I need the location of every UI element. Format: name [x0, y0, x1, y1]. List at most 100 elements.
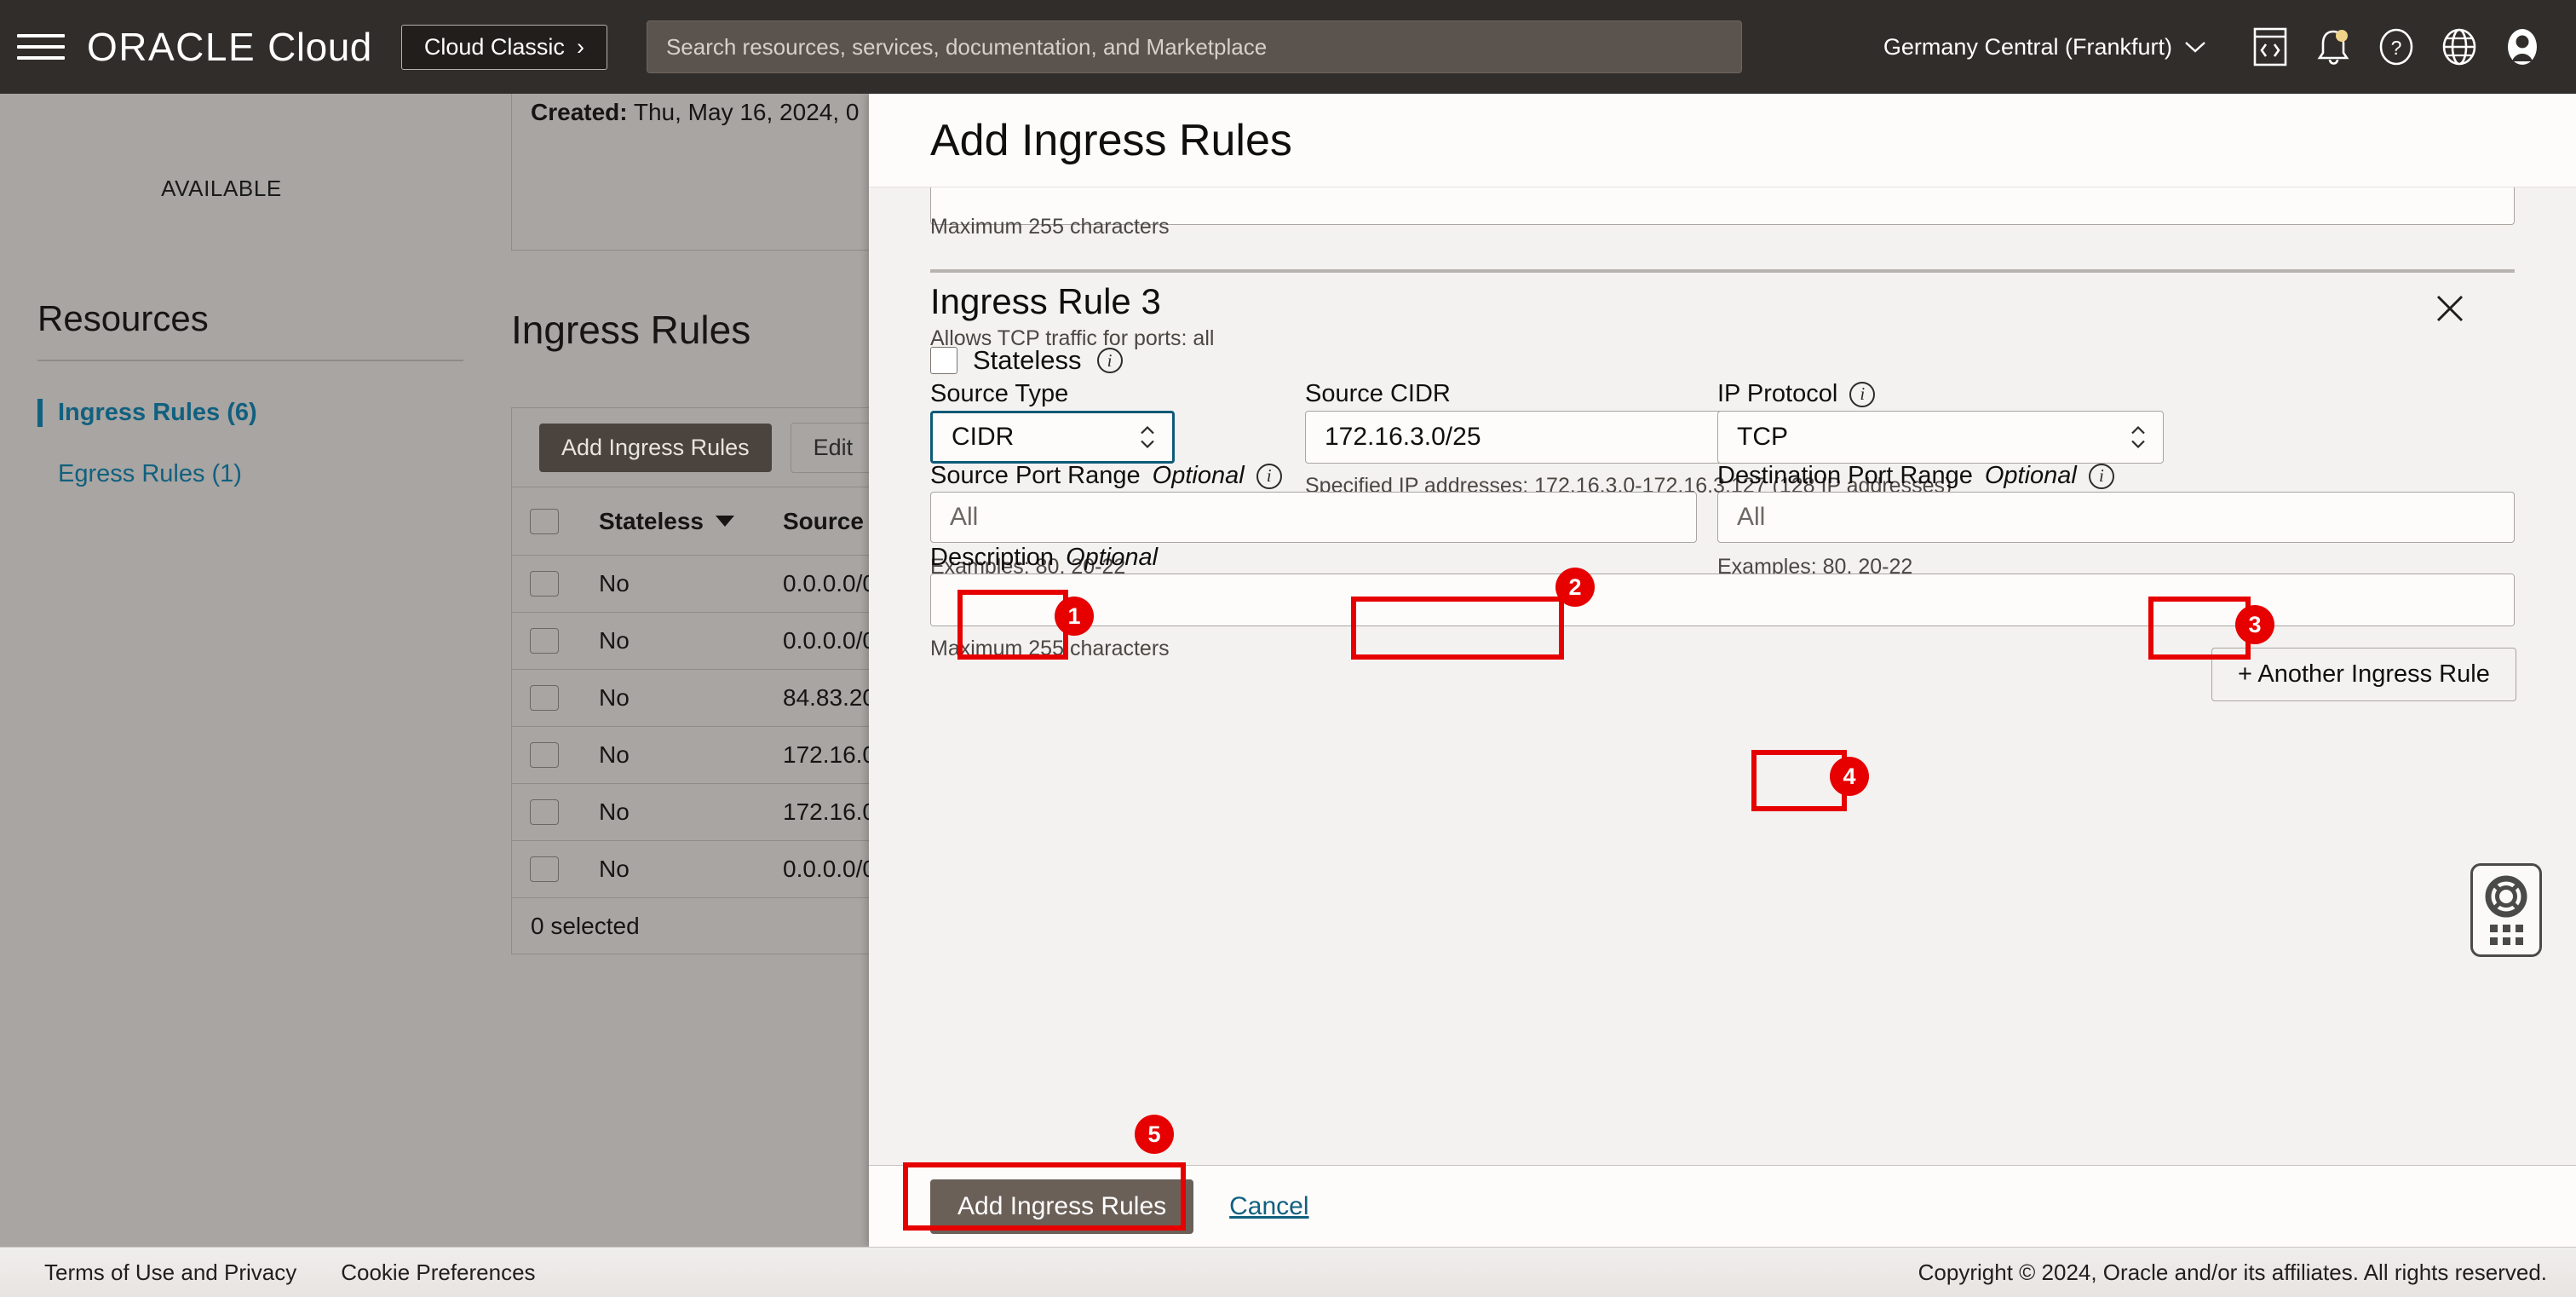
- destination-port-range-placeholder: All: [1737, 503, 1766, 531]
- cell-stateless: No: [599, 570, 630, 597]
- cell-stateless: No: [599, 741, 630, 768]
- stateless-info-icon[interactable]: i: [1096, 348, 1123, 373]
- row-checkbox[interactable]: [530, 571, 559, 597]
- footer-link-terms[interactable]: Terms of Use and Privacy: [44, 1260, 296, 1286]
- search-input[interactable]: [646, 20, 1742, 73]
- column-header-stateless[interactable]: Stateless: [577, 508, 761, 535]
- language-globe-icon[interactable]: [2428, 15, 2491, 78]
- cell-stateless: No: [599, 798, 630, 825]
- destination-port-range-optional-tag: Optional: [1984, 462, 2077, 489]
- annotation-badge-2: 2: [1555, 568, 1595, 607]
- row-checkbox-cell: [512, 628, 577, 654]
- annotation-badge-3: 3: [2235, 605, 2274, 644]
- top-nav-right-cluster: Germany Central (Frankfurt) ?: [1883, 15, 2576, 78]
- row-checkbox-cell: [512, 685, 577, 711]
- panel-footer: Add Ingress Rules Cancel: [869, 1165, 2576, 1247]
- row-checkbox[interactable]: [530, 799, 559, 825]
- submit-add-ingress-rules-button[interactable]: Add Ingress Rules: [930, 1179, 1194, 1234]
- another-ingress-rule-button[interactable]: + Another Ingress Rule: [2211, 648, 2516, 701]
- floating-help-widget[interactable]: [2470, 863, 2542, 957]
- region-label: Germany Central (Frankfurt): [1883, 33, 2172, 60]
- footer-links: Terms of Use and Privacy Cookie Preferen…: [0, 1260, 536, 1286]
- annotation-badge-4: 4: [1830, 757, 1869, 796]
- ingress-rules-page-title: Ingress Rules: [511, 308, 751, 352]
- row-checkbox[interactable]: [530, 685, 559, 711]
- description-label-text: Description: [930, 544, 1055, 571]
- region-selector[interactable]: Germany Central (Frankfurt): [1883, 34, 2206, 61]
- cell-stateless: No: [599, 684, 630, 711]
- sidebar-item-egress-rules[interactable]: Egress Rules (1): [37, 460, 242, 488]
- top-navigation-bar: ORACLE Cloud Cloud Classic › Germany Cen…: [0, 0, 2576, 94]
- global-search: [646, 20, 1742, 73]
- row-checkbox[interactable]: [530, 628, 559, 654]
- resources-divider: [37, 360, 463, 361]
- ip-protocol-label-text: IP Protocol: [1717, 380, 1838, 407]
- add-ingress-rules-panel: Add Ingress Rules Maximum 255 characters…: [869, 94, 2576, 1247]
- panel-header: Add Ingress Rules: [869, 94, 2576, 187]
- description-textarea[interactable]: [930, 574, 2515, 626]
- dot-grid-drag-handle[interactable]: [2489, 925, 2523, 945]
- ip-protocol-label: IP Protocol i: [1717, 380, 1876, 408]
- description-label: Description Optional: [930, 544, 1158, 572]
- destination-port-range-label-text: Destination Port Range: [1717, 462, 1973, 489]
- footer-copyright: Copyright © 2024, Oracle and/or its affi…: [1918, 1259, 2547, 1285]
- rule-section-divider: [930, 269, 2515, 273]
- sidebar-item-ingress-rules[interactable]: Ingress Rules (6): [37, 399, 257, 427]
- stateless-label: Stateless: [973, 345, 1082, 375]
- destination-port-range-input[interactable]: All: [1717, 492, 2515, 543]
- row-checkbox[interactable]: [530, 856, 559, 882]
- source-port-range-placeholder: All: [950, 503, 979, 531]
- select-all-checkbox-cell: [512, 508, 577, 534]
- source-port-range-input[interactable]: All: [930, 492, 1697, 543]
- row-checkbox-cell: [512, 799, 577, 825]
- destination-port-range-info-icon[interactable]: i: [2088, 463, 2114, 489]
- cancel-link[interactable]: Cancel: [1229, 1192, 1308, 1221]
- spinner-arrows-icon: [1140, 425, 1155, 449]
- rule-heading: Ingress Rule 3: [930, 281, 1161, 321]
- cloud-wordmark: Cloud: [267, 25, 372, 69]
- panel-body: Maximum 255 characters Ingress Rule 3 Al…: [869, 187, 2576, 1165]
- stateless-checkbox[interactable]: [930, 347, 957, 374]
- stateless-checkbox-row[interactable]: Stateless i: [930, 345, 1123, 376]
- footer-link-cookies[interactable]: Cookie Preferences: [341, 1260, 535, 1286]
- resources-heading: Resources: [37, 298, 209, 338]
- source-cidr-label: Source CIDR: [1305, 380, 1451, 407]
- source-port-range-info-icon[interactable]: i: [1256, 463, 1282, 489]
- chevron-down-icon: [2185, 42, 2205, 53]
- chevron-right-icon: ›: [576, 33, 584, 60]
- source-type-select[interactable]: CIDR: [930, 411, 1175, 464]
- ip-protocol-select[interactable]: TCP: [1717, 411, 2164, 464]
- cloud-classic-button[interactable]: Cloud Classic ›: [400, 24, 607, 70]
- svg-text:?: ?: [2391, 37, 2402, 59]
- row-checkbox-cell: [512, 856, 577, 882]
- lifesaver-help-icon: [2485, 875, 2527, 918]
- resource-status-label: AVAILABLE: [161, 176, 282, 201]
- cloud-shell-icon[interactable]: [2239, 15, 2302, 78]
- notifications-bell-icon[interactable]: [2302, 15, 2365, 78]
- source-type-value: CIDR: [952, 423, 1015, 451]
- help-question-icon[interactable]: ?: [2365, 15, 2428, 78]
- cell-stateless: No: [599, 627, 630, 654]
- user-avatar-icon[interactable]: [2491, 15, 2554, 78]
- select-all-checkbox[interactable]: [530, 508, 559, 534]
- spinner-arrows-icon: [2130, 425, 2146, 449]
- row-checkbox[interactable]: [530, 742, 559, 768]
- edit-button[interactable]: Edit: [790, 422, 877, 473]
- created-row: Created: Thu, May 16, 2024, 0: [531, 99, 859, 126]
- description-helper: Maximum 255 characters: [930, 637, 1170, 660]
- row-checkbox-cell: [512, 742, 577, 768]
- source-port-range-label-text: Source Port Range: [930, 462, 1141, 489]
- row-checkbox-cell: [512, 571, 577, 597]
- ip-protocol-value: TCP: [1737, 423, 1788, 451]
- hamburger-menu-icon[interactable]: [17, 30, 65, 64]
- close-rule-icon[interactable]: [2428, 286, 2472, 331]
- sort-caret-down-icon: [715, 516, 734, 527]
- created-value: Thu, May 16, 2024, 0: [633, 99, 860, 125]
- source-type-label: Source Type: [930, 380, 1069, 407]
- ip-protocol-info-icon[interactable]: i: [1849, 381, 1876, 407]
- page-left-column: AVAILABLE Resources Ingress Rules (6) Eg…: [0, 94, 490, 1247]
- add-ingress-rules-button[interactable]: Add Ingress Rules: [539, 423, 772, 472]
- panel-title: Add Ingress Rules: [930, 115, 1292, 165]
- oracle-cloud-logo[interactable]: ORACLE Cloud: [87, 24, 372, 70]
- cloud-classic-label: Cloud Classic: [423, 33, 565, 60]
